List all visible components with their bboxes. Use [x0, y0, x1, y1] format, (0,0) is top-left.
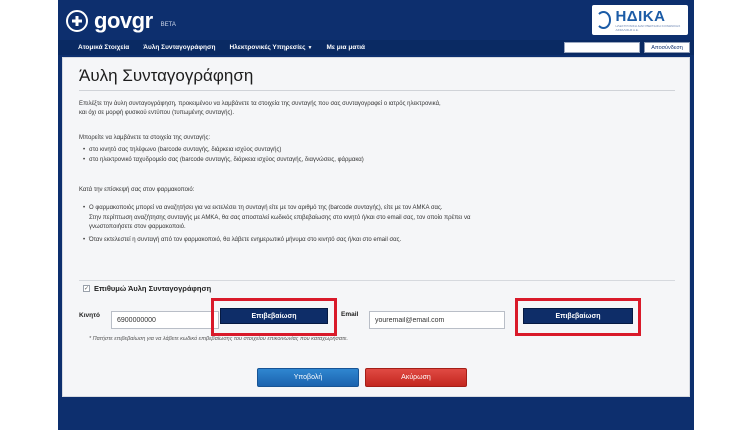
mobile-input[interactable] [111, 311, 219, 329]
pharmacy-bullet-search-line-2: Στην περίπτωση αναζήτησης συνταγής με ΑΜ… [89, 215, 471, 221]
main-content: Άυλη Συνταγογράφηση Επιλέξτε την άυλη συ… [62, 57, 690, 397]
brand-bar: govgr BETA ΗΔΙΚΑ ΗΛΕΚΤΡΟΝΙΚΗ ΔΙΑΚΥΒΕΡΝΗΣ… [58, 0, 694, 40]
logout-button[interactable]: Αποσύνδεση [644, 42, 690, 53]
pharmacy-bullet-search-line-3: γνωστοποιήσετε στον φαρμακοποιό. [89, 224, 186, 230]
pharmacy-bullet-search: Ο φαρμακοποιός μπορεί να αναζητήσει για … [83, 204, 675, 212]
pharmacy-heading: Κατά την επίσκεψή σας στον φαρμακοποιό: [79, 187, 195, 193]
chevron-down-icon: ▼ [307, 44, 313, 51]
opt-in-checkbox[interactable]: ✓ [83, 285, 90, 292]
app-frame: govgr BETA ΗΔΙΚΑ ΗΛΕΚΤΡΟΝΙΚΗ ΔΙΑΚΥΒΕΡΝΗΣ… [58, 0, 694, 430]
greek-seal-icon [66, 10, 88, 32]
verification-note: * Πατήστε επιβεβαίωση για να λάβετε κωδι… [89, 336, 348, 342]
beta-badge: BETA [160, 22, 176, 28]
idika-logo[interactable]: ΗΔΙΚΑ ΗΛΕΚΤΡΟΝΙΚΗ ΔΙΑΚΥΒΕΡΝΗΣΗ ΚΟΙΝΩΝΙΚΗ… [592, 5, 688, 35]
email-input[interactable] [369, 311, 505, 329]
submit-button[interactable]: Υποβολή [257, 368, 359, 387]
receive-bullet-mobile: στο κινητό σας τηλέφωνο (barcode συνταγή… [83, 146, 675, 154]
email-verify-button[interactable]: Επιβεβαίωση [523, 308, 633, 324]
intro-text-line-2: και όχι σε μορφή φυσικού εντύπου (τυπωμέ… [79, 110, 235, 116]
cancel-button[interactable]: Ακύρωση [365, 368, 467, 387]
nav-eprescription[interactable]: Άυλη Συνταγογράφηση [143, 44, 215, 51]
footer [58, 398, 694, 430]
nav-search-input[interactable] [564, 42, 640, 53]
opt-in-row[interactable]: ✓ Επιθυμώ Άυλη Συνταγογράφηση [83, 284, 211, 293]
mobile-label: Κινητό [79, 312, 100, 319]
intro-text-line-1: Επιλέξτε την άυλη συνταγογράφηση, προκει… [79, 101, 441, 107]
govgr-logo[interactable]: govgr BETA [66, 8, 176, 34]
main-nav: Ατομικά Στοιχεία Άυλη Συνταγογράφηση Ηλε… [58, 40, 694, 55]
receive-bullet-email: στο ηλεκτρονικό ταχυδρομείο σας (barcode… [83, 156, 675, 164]
pharmacy-bullet-executed: Όταν εκτελεστεί η συνταγή από τον φαρμακ… [83, 236, 675, 244]
idika-name: ΗΔΙΚΑ [615, 7, 666, 25]
nav-personal-details[interactable]: Ατομικά Στοιχεία [78, 44, 129, 51]
title-divider [79, 90, 675, 91]
nav-electronic-services[interactable]: Ηλεκτρονικές Υπηρεσίες ▼ [229, 44, 312, 51]
idika-subtitle: ΗΛΕΚΤΡΟΝΙΚΗ ΔΙΑΚΥΒΕΡΝΗΣΗ ΚΟΙΝΩΝΙΚΗΣ ΑΣΦΑ… [615, 23, 681, 32]
email-label: Email [341, 311, 359, 318]
opt-in-label: Επιθυμώ Άυλη Συνταγογράφηση [94, 284, 212, 293]
idika-mark-icon [596, 11, 612, 29]
nav-at-a-glance[interactable]: Με μια ματιά [326, 44, 365, 51]
receive-heading: Μπορείτε να λαμβάνετε τα στοιχεία της συ… [79, 135, 211, 141]
form-divider [79, 280, 675, 281]
mobile-verify-button[interactable]: Επιβεβαίωση [220, 308, 328, 324]
brand-name: govgr [94, 8, 153, 33]
page-title: Άυλη Συνταγογράφηση [79, 66, 254, 85]
